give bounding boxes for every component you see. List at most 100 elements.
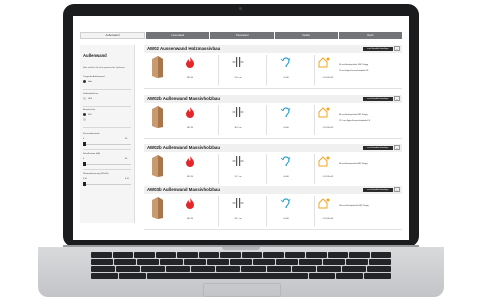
thermal-value: 0,18 W/m²K [322,127,334,129]
add-to-datasheet-button[interactable]: zum Datenblatt hinzufügen [363,187,393,192]
wall-thickness-icon [232,156,244,166]
chevron-down-icon[interactable]: ⌄ [394,145,400,150]
row-header: AW02b Außenwand Massivholzbau zum Datenb… [144,144,402,152]
tab-aussenwand[interactable]: Außenwand [80,32,146,39]
radio-dot[interactable] [83,118,86,121]
chevron-down-icon[interactable]: ⌄ [394,96,400,101]
layer-description: 12,5 mm Fgips-Feuerschutzplatte FF [339,120,370,122]
acoustic-value: 44 dB [283,218,289,220]
tab-trennwand[interactable]: Trennwand [210,32,274,39]
filter-group-brandschutz: Brandschutz F30 [83,109,131,121]
slider-waermedaemmung[interactable]: 0,10 0,15 [83,178,131,186]
row-header: AW02 Aussenwand Holzmassivbau zum Datenb… [144,45,402,53]
slider-label: Schallschutz (dB) [83,153,101,155]
laptop: Außenwand Innenwand Trennwand Decke Dach… [0,0,481,304]
row-title: AW02b Außenwand Massivholzbau [147,145,221,150]
thermal-cell: 0,20 W/m²K [304,154,333,184]
divider [218,154,219,184]
slider-schallschutz[interactable]: 0 60 [83,158,131,166]
product-row: AW02b Außenwand Massivholzbau zum Datenb… [144,144,402,188]
tab-innenwand[interactable]: Innenwand [146,32,210,39]
house-sun-icon [318,156,330,167]
slider-handle[interactable] [83,162,86,166]
row-header: AW03b Außenwand Massivholzbau zum Datenb… [144,186,402,194]
radio-label: F30 [88,113,92,116]
radio-option[interactable] [83,118,131,121]
tab-decke[interactable]: Decke [274,32,338,39]
fire-value: REI 30 [186,77,194,79]
divider [83,149,131,150]
add-to-datasheet-button[interactable]: zum Datenblatt hinzufügen [363,46,393,51]
slider-track[interactable] [83,144,131,145]
slider-handle[interactable] [83,182,86,186]
thermal-cell: 0,18 W/m²K [304,105,333,135]
flame-icon [186,198,194,209]
acoustic-value: 44 dB [283,176,289,178]
ear-icon [280,57,291,68]
thickness-cell: 31,7 cm [226,154,250,184]
sidebar-title: Außenwand [83,53,107,58]
add-to-datasheet-button[interactable]: zum Datenblatt hinzufügen [363,96,393,101]
thickness-cell: 38,3 cm [226,105,250,135]
radio-option[interactable]: GK3 [83,97,131,100]
radio-label: GK3 [88,97,93,100]
ear-icon [280,156,291,167]
acoustic-cell: 44 dB [274,105,298,135]
thickness-cell: 28,7 cm [226,196,250,226]
divider [83,127,131,128]
acoustic-cell: 44 dB [274,196,298,226]
thickness-value: 28,7 cm [234,218,242,220]
flame-icon [186,156,194,167]
house-sun-icon [318,107,330,118]
radio-option[interactable]: F30 [83,113,131,116]
trackpad [203,283,281,297]
divider [83,106,131,107]
filter-group-gebaeudeklasse: Gebäudeklasse GK3 [83,93,131,100]
radio-dot[interactable] [83,80,86,83]
slider-min: 0 [83,138,85,140]
layer-description: 60 mm Brettsperrholz BSP 3-lagig [339,114,368,116]
thermal-value: 0,20 W/m²K [322,218,334,220]
slider-track[interactable] [83,184,131,185]
layer-description: 100 mm Brettsperrholz BSP 5-lagig [339,205,369,207]
radio-dot[interactable] [83,113,86,116]
divider [266,196,267,226]
fire-value: REI 30 [186,218,194,220]
row-divider [144,138,402,139]
sidebar-description: Bitte wählen Sie Ihre gewünschte Optione… [83,67,125,69]
divider [218,55,219,85]
thermal-cell: 0,20 W/m²K [304,55,333,85]
slider-min: 0 [83,158,85,160]
add-to-datasheet-button[interactable]: zum Datenblatt hinzufügen [363,145,393,150]
slider-max: 0,15 [125,178,129,180]
product-row: AW03b Außenwand Massivholzbau zum Datenb… [144,186,402,230]
divider [218,196,219,226]
row-title: AW03b Außenwand Massivholzbau [147,187,221,192]
chevron-down-icon[interactable]: ⌄ [394,46,400,51]
filter-label: Brandschutz [83,109,96,111]
thickness-value: 31,7 cm [234,176,242,178]
divider [266,105,267,135]
thermal-value: 0,20 W/m²K [322,77,334,79]
flame-icon [186,107,194,118]
radio-label: Holz [88,80,93,83]
house-sun-icon [318,57,330,68]
divider [266,154,267,184]
slider-feuerwiderstand[interactable]: 0 90 [83,138,131,146]
tab-dach[interactable]: Dach [338,32,403,39]
slider-handle[interactable] [83,142,86,146]
ear-icon [280,107,291,118]
layer-description: 45 mm Brettsperrholz, BSP 3-lagig [339,64,369,66]
acoustic-value: 44 dB [283,77,289,79]
row-divider [144,229,402,230]
layer-description: 75 mm Fgips-Feuerschutzplatte FF [339,70,369,72]
slider-label-waerme: Wärmedämmung (W/m²K) [83,173,131,175]
slider-label: Wärmedämmung (W/m²K) [83,173,109,175]
chevron-down-icon[interactable]: ⌄ [394,187,400,192]
slider-track[interactable] [83,164,131,165]
radio-dot[interactable] [83,97,86,100]
fire-value: REI 30 [186,127,194,129]
fire-cell: REI 30 [178,154,202,184]
radio-option[interactable]: Holz [83,80,131,83]
flame-icon [186,57,194,68]
